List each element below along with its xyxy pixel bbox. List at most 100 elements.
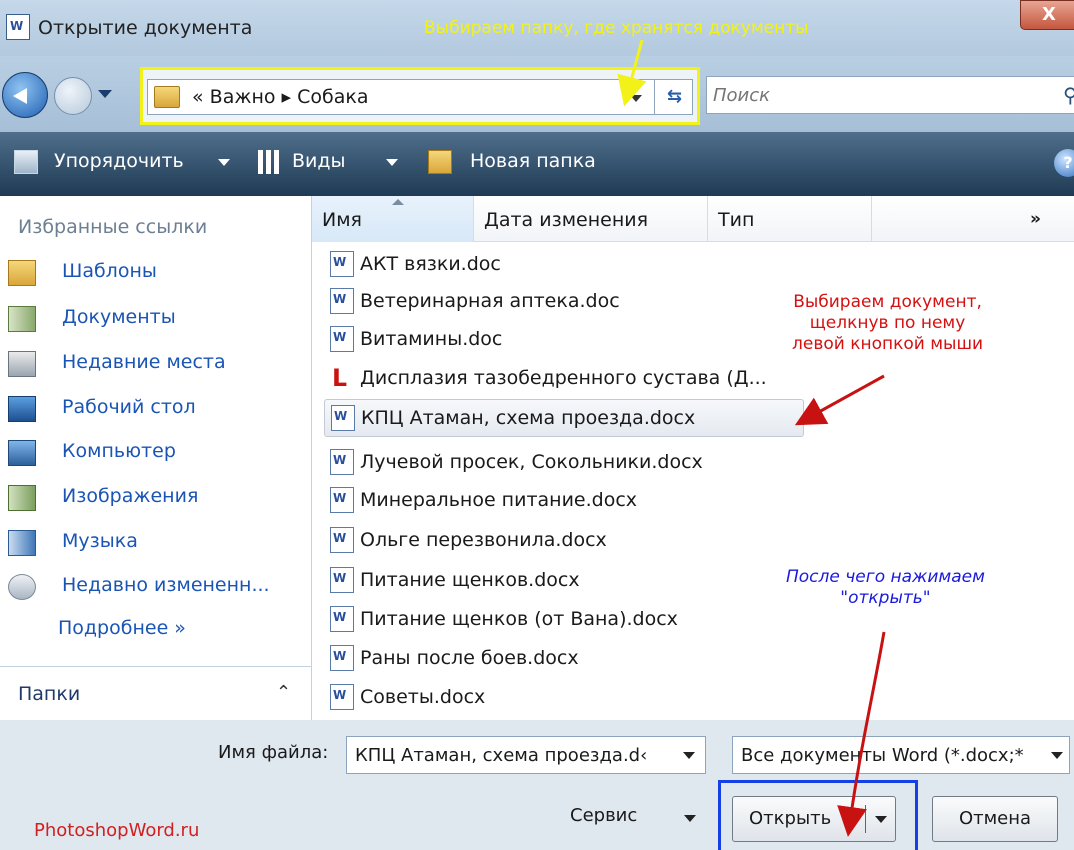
back-button[interactable] <box>2 72 48 118</box>
recent-places-icon <box>8 351 36 377</box>
cancel-button[interactable]: Отмена <box>932 796 1058 842</box>
word-document-icon: W <box>330 684 354 710</box>
refresh-icon[interactable]: ⇆ <box>654 80 694 114</box>
open-button-separator <box>865 805 866 833</box>
favorites-title: Избранные ссылки <box>18 216 208 238</box>
more-columns-icon[interactable]: » <box>1030 209 1041 229</box>
nav-item-label: Шаблоны <box>62 260 157 282</box>
file-row[interactable]: W Раны после боев.docx <box>324 640 1044 678</box>
word-document-icon: W <box>330 449 354 475</box>
pdf-document-icon: ᒪ <box>332 364 348 392</box>
word-document-icon: W <box>330 567 354 593</box>
file-name: АКТ вязки.doc <box>360 253 501 275</box>
bottom-panel: Имя файла: КПЦ Атаман, схема проезда.d‹ … <box>0 720 1074 850</box>
word-document-icon: W <box>330 487 354 513</box>
file-name: Питание щенков.docx <box>360 569 580 591</box>
nav-item-label: Рабочий стол <box>62 396 196 418</box>
new-folder-icon <box>428 150 452 174</box>
file-row[interactable]: W Лучевой просек, Сокольники.docx <box>324 444 1044 482</box>
file-row[interactable]: W Ольге перезвонила.docx <box>324 522 1044 560</box>
file-row[interactable]: W АКТ вязки.doc <box>324 246 1044 284</box>
word-document-icon: W <box>330 288 354 314</box>
file-list: Имя Дата изменения Тип » W АКТ вязки.doc… <box>312 196 1074 720</box>
address-bar-highlight: « Важно ▸ Собака ⇆ <box>140 67 700 125</box>
filename-dropdown-arrow[interactable] <box>683 752 695 759</box>
organize-dropdown-arrow[interactable] <box>218 159 230 166</box>
views-dropdown-arrow[interactable] <box>386 159 398 166</box>
filetype-dropdown-arrow[interactable] <box>1051 752 1063 759</box>
nav-item-desktop[interactable]: Рабочий стол <box>8 392 308 426</box>
nav-item-recent-places[interactable]: Недавние места <box>8 347 308 381</box>
column-name[interactable]: Имя <box>312 196 474 242</box>
pictures-icon <box>8 485 36 511</box>
breadcrumb[interactable]: « Важно ▸ Собака <box>192 86 369 108</box>
file-name: Советы.docx <box>360 686 486 708</box>
file-name: Ольге перезвонила.docx <box>360 529 607 551</box>
annotation-line: Выбираем документ, <box>793 292 982 312</box>
toolbar: Упорядочить Виды Новая папка ? <box>0 132 1074 196</box>
file-row[interactable]: W Советы.docx <box>324 679 1044 717</box>
templates-folder-icon <box>8 260 36 286</box>
file-row-selected[interactable]: W КПЦ Атаман, схема проезда.docx <box>324 399 804 437</box>
file-name: Лучевой просек, Сокольники.docx <box>360 451 703 473</box>
file-row[interactable]: ᒪ Дисплазия тазобедренного сустава (Д... <box>324 360 1044 398</box>
annotation-line: "открыть" <box>840 588 931 608</box>
chevron-up-icon[interactable]: ⌃ <box>276 682 291 703</box>
word-document-icon: W <box>330 527 354 553</box>
service-menu[interactable]: Сервис <box>570 805 637 826</box>
organize-icon <box>14 150 38 174</box>
search-input[interactable] <box>713 81 1053 109</box>
address-bar[interactable]: « Важно ▸ Собака ⇆ <box>147 79 693 115</box>
file-name: Раны после боев.docx <box>360 647 579 669</box>
file-name: Витамины.doc <box>360 328 503 350</box>
watermark: PhotoshopWord.ru <box>34 820 200 841</box>
file-row[interactable]: W Минеральное питание.docx <box>324 482 1044 520</box>
annotation-line: щелкнув по нему <box>809 313 966 333</box>
nav-item-label: Компьютер <box>62 440 176 462</box>
folders-section[interactable]: Папки ⌃ <box>0 666 312 720</box>
search-icon[interactable]: ⚲ <box>1063 83 1074 107</box>
nav-item-pictures[interactable]: Изображения <box>8 481 308 515</box>
nav-item-label: Изображения <box>62 485 199 507</box>
annotation-open-hint: После чего нажимаем "открыть" <box>786 567 985 609</box>
annotation-doc-hint: Выбираем документ, щелкнув по нему левой… <box>792 292 983 355</box>
service-dropdown-arrow[interactable] <box>684 815 696 822</box>
views-button[interactable]: Виды <box>292 150 346 172</box>
new-folder-button[interactable]: Новая папка <box>470 150 596 172</box>
file-name: Минеральное питание.docx <box>360 489 638 511</box>
address-dropdown-arrow[interactable] <box>630 95 642 102</box>
word-document-icon: W <box>330 606 354 632</box>
nav-item-documents[interactable]: Документы <box>8 302 308 336</box>
nav-item-label: Документы <box>62 306 176 328</box>
word-document-icon: W <box>330 645 354 671</box>
search-box[interactable]: ⚲ <box>706 76 1074 114</box>
nav-item-label: Недавно измененн... <box>62 574 270 596</box>
organize-button[interactable]: Упорядочить <box>54 150 184 172</box>
window-title: Открытие документа <box>38 17 253 39</box>
nav-item-templates[interactable]: Шаблоны <box>8 256 308 290</box>
word-document-icon: W <box>6 14 30 40</box>
nav-item-music[interactable]: Музыка <box>8 526 308 560</box>
filename-input[interactable]: КПЦ Атаман, схема проезда.d‹ <box>346 736 706 774</box>
nav-item-label: Музыка <box>62 530 138 552</box>
word-document-icon: W <box>330 251 354 277</box>
nav-item-computer[interactable]: Компьютер <box>8 436 308 470</box>
forward-button[interactable] <box>54 77 92 115</box>
open-options-dropdown-arrow[interactable] <box>875 816 887 823</box>
file-name: Питание щенков (от Вана).docx <box>360 608 678 630</box>
column-modified[interactable]: Дата изменения <box>474 196 708 242</box>
folder-icon <box>154 86 180 108</box>
close-button[interactable]: X <box>1020 0 1074 30</box>
filetype-select[interactable]: Все документы Word (*.docx;* <box>732 736 1070 774</box>
nav-item-recently-changed[interactable]: Недавно измененн... <box>8 570 308 604</box>
computer-icon <box>8 440 36 466</box>
column-header-row: Имя Дата изменения Тип » <box>312 196 1074 242</box>
file-name: Дисплазия тазобедренного сустава (Д... <box>360 367 767 389</box>
recent-pages-dropdown[interactable] <box>98 90 112 98</box>
more-link[interactable]: Подробнее » <box>58 617 186 639</box>
column-type[interactable]: Тип <box>708 196 872 242</box>
open-button[interactable]: Открыть <box>732 796 896 842</box>
help-icon[interactable]: ? <box>1054 149 1074 177</box>
documents-icon <box>8 306 36 332</box>
annotation-line: левой кнопкой мыши <box>792 334 984 354</box>
